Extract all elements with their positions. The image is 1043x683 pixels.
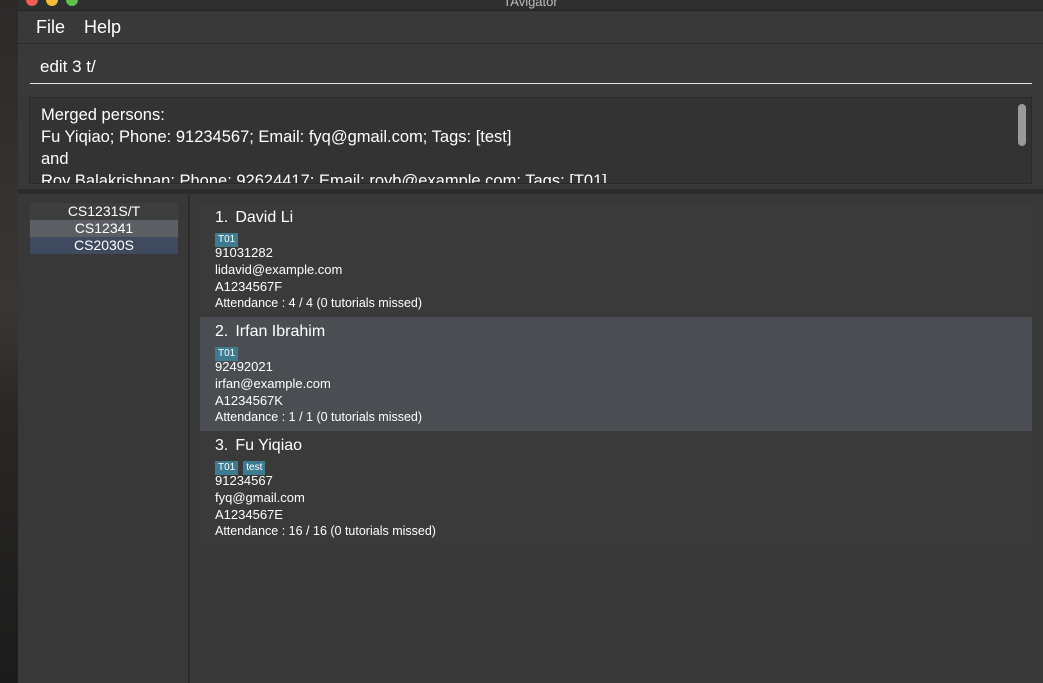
tutorial-list: CS1231S/T CS12341 CS2030S xyxy=(18,194,190,683)
command-box xyxy=(18,44,1043,93)
window-title: TAvigator xyxy=(503,0,558,9)
person-name: Fu Yiqiao xyxy=(235,437,303,454)
menu-file[interactable]: File xyxy=(36,17,65,38)
person-index: 1. xyxy=(215,209,229,226)
result-display[interactable]: Merged persons: Fu Yiqiao; Phone: 912345… xyxy=(29,97,1032,184)
command-input[interactable] xyxy=(30,50,1032,84)
person-card[interactable]: 2. Irfan Ibrahim T01 92492021 irfan@examp… xyxy=(200,317,1032,431)
tag-list: T01 xyxy=(215,229,243,247)
person-phone: 92492021 xyxy=(215,359,273,374)
person-matric: A1234567F xyxy=(215,279,283,294)
person-attendance: Attendance : 4 / 4 (0 tutorials missed) xyxy=(215,296,423,310)
title-bar: TAvigator xyxy=(18,0,1043,11)
person-phone: 91234567 xyxy=(215,473,273,488)
tutorial-item[interactable]: CS12341 xyxy=(30,220,178,237)
tutorial-item[interactable]: CS2030S xyxy=(30,237,178,254)
person-matric: A1234567K xyxy=(215,393,283,408)
person-card[interactable]: 1. David Li T01 91031282 lidavid@example.… xyxy=(200,203,1032,317)
person-name-line: 1. David Li xyxy=(215,209,293,227)
person-list: 1. David Li T01 91031282 lidavid@example.… xyxy=(200,203,1032,683)
person-email: lidavid@example.com xyxy=(215,262,343,277)
person-name: David Li xyxy=(235,209,294,226)
person-phone: 91031282 xyxy=(215,245,273,260)
person-attendance: Attendance : 1 / 1 (0 tutorials missed) xyxy=(215,410,423,424)
person-email: irfan@example.com xyxy=(215,376,331,391)
person-matric: A1234567E xyxy=(215,507,283,522)
person-name: Irfan Ibrahim xyxy=(235,323,326,340)
person-name-line: 2. Irfan Ibrahim xyxy=(215,323,325,341)
desktop-background xyxy=(0,0,18,683)
result-scrollbar[interactable] xyxy=(1018,104,1026,146)
person-attendance: Attendance : 16 / 16 (0 tutorials missed… xyxy=(215,524,436,538)
result-text: Merged persons: Fu Yiqiao; Phone: 912345… xyxy=(41,106,607,184)
person-name-line: 3. Fu Yiqiao xyxy=(215,437,302,455)
person-card[interactable]: 3. Fu Yiqiao T01 test 91234567 fyq@gmail.c… xyxy=(200,431,1032,545)
person-index: 3. xyxy=(215,437,229,454)
menu-help[interactable]: Help xyxy=(84,17,121,38)
app-window: TAvigator File Help Merged persons: Fu Y… xyxy=(18,0,1043,683)
tutorial-item[interactable]: CS1231S/T xyxy=(30,203,178,220)
tag-list: T01 test xyxy=(215,457,270,475)
person-email: fyq@gmail.com xyxy=(215,490,305,505)
tag-list: T01 xyxy=(215,343,243,361)
menu-bar: File Help xyxy=(18,11,1043,44)
person-index: 2. xyxy=(215,323,229,340)
